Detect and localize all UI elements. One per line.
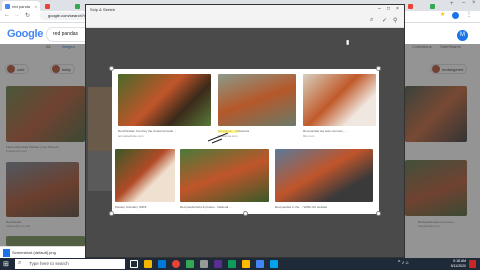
screenshot-image-6 <box>275 149 373 202</box>
account-avatar[interactable]: M <box>457 30 468 41</box>
screenshot-image-3 <box>303 74 376 126</box>
chrome-icon[interactable] <box>172 260 180 268</box>
browser-tab[interactable] <box>42 1 70 11</box>
snip-toolbar: ⌕ ✓ ⚲ <box>86 14 404 28</box>
close-icon[interactable]: × <box>396 6 399 12</box>
back-icon[interactable]: ← <box>4 12 10 18</box>
windows-taskbar: ⊞ ⌕ Type here to search ^ ♪ ⌂ 9:18 AM 5/… <box>0 258 480 270</box>
crop-handle-top-left[interactable] <box>109 66 114 71</box>
forward-icon[interactable]: → <box>14 12 20 18</box>
search-icon: ⌕ <box>18 260 22 266</box>
profile-avatar[interactable] <box>452 12 459 19</box>
clock-time: 9:18 AM <box>453 259 466 263</box>
screenshot-caption: Red panda facts & photos - National ... <box>180 205 232 209</box>
crop-handle-top-right[interactable] <box>376 66 381 71</box>
screenshot-caption: Red Pandas: Are they the Cutest Animals … <box>118 129 177 133</box>
minimize-icon[interactable]: – <box>378 6 381 12</box>
browser-tab[interactable] <box>405 1 425 11</box>
clock-date: 5/11/2020 <box>450 263 466 268</box>
logo-text: Google <box>7 28 44 40</box>
task-view-icon[interactable] <box>130 260 138 268</box>
screenshot-image-5 <box>180 149 269 202</box>
favicon-icon <box>408 3 413 9</box>
app-icon[interactable] <box>186 260 194 268</box>
snip-window-title: Snip & Sketch <box>90 7 116 12</box>
menu-icon[interactable]: ⋮ <box>466 11 472 18</box>
reload-icon[interactable]: ↻ <box>25 12 30 19</box>
taskbar-clock[interactable]: 9:18 AM 5/11/2020 <box>451 259 466 268</box>
zoom-icon[interactable]: ⌕ <box>370 17 373 24</box>
snip-canvas[interactable]: Red Pandas: Are they the Cutest Animals … <box>112 69 379 214</box>
bookmark-star-icon[interactable]: ★ <box>440 11 445 18</box>
screenshot-source: animalwebsite.com <box>118 134 144 138</box>
close-window-icon[interactable]: × <box>472 0 476 6</box>
download-filename: Screenshot (default).png <box>12 250 56 255</box>
snip-and-sketch-window: Snip & Sketch – □ × ⌕ ✓ ⚲ Red Pandas: Ar… <box>85 4 405 258</box>
tab-title: red panda <box>12 3 31 9</box>
background-image-fragment <box>88 151 112 191</box>
snip-sketch-icon[interactable] <box>270 260 278 268</box>
new-tab-icon[interactable]: + <box>450 1 454 7</box>
crop-handle-bottom[interactable] <box>243 211 248 216</box>
app-icon[interactable] <box>200 260 208 268</box>
maximize-icon[interactable]: □ <box>387 6 390 12</box>
crop-handle-bottom-left[interactable] <box>109 211 114 216</box>
app-icon[interactable] <box>242 260 250 268</box>
file-explorer-icon[interactable] <box>144 260 152 268</box>
save-icon[interactable]: ✓ <box>382 17 387 24</box>
edge-icon[interactable] <box>158 260 166 268</box>
share-icon[interactable]: ⚲ <box>393 17 397 24</box>
app-icon[interactable] <box>256 260 264 268</box>
screenshot-caption: Panda | Animals | WWF <box>115 205 147 209</box>
screenshot-image-1 <box>118 74 211 126</box>
record-indicator-icon[interactable] <box>469 260 476 268</box>
screenshot-caption: Red pandas are less common, ... <box>303 129 348 133</box>
close-icon[interactable]: × <box>35 4 37 9</box>
browser-tab[interactable] <box>427 1 447 11</box>
crop-handle-bottom-right[interactable] <box>376 211 381 216</box>
screenshot-image-4 <box>115 149 175 202</box>
windows-start-icon[interactable]: ⊞ <box>3 260 9 268</box>
google-favicon-icon <box>5 3 10 9</box>
highlighter-annotation <box>218 130 238 133</box>
screenshot-caption: Red pandas in the ... WWF-UK website <box>275 205 328 209</box>
minimize-icon[interactable]: – <box>462 0 465 6</box>
favicon-icon <box>430 3 435 9</box>
background-image-fragment <box>88 87 112 151</box>
favicon-icon <box>75 3 80 9</box>
favicon-icon <box>45 3 50 9</box>
taskbar-search-placeholder: Type here to search <box>29 261 69 266</box>
cursor-icon: ▮ <box>346 40 350 46</box>
taskbar-search-input[interactable]: ⌕ Type here to search <box>15 259 125 269</box>
file-icon <box>3 249 10 257</box>
screenshot-source: bbc.com <box>303 134 315 138</box>
app-icon[interactable] <box>214 260 222 268</box>
search-query: red pandas <box>53 31 79 37</box>
browser-tab-active[interactable]: red panda × <box>2 1 40 11</box>
tray-icons[interactable]: ^ ♪ ⌂ <box>398 260 409 266</box>
app-icon[interactable] <box>228 260 236 268</box>
snip-titlebar: Snip & Sketch – □ × <box>86 5 404 14</box>
google-logo[interactable]: Google <box>7 28 43 40</box>
screenshot-image-2 <box>218 74 296 126</box>
